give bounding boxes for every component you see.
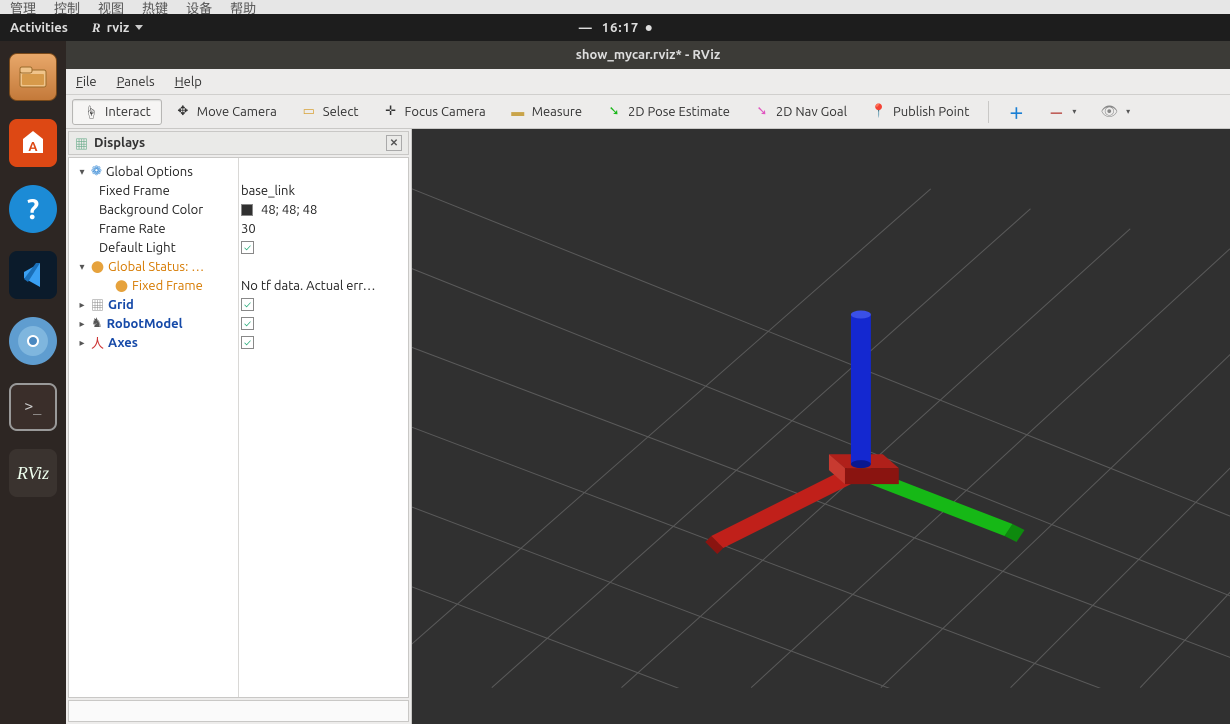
warning-icon: ● bbox=[91, 257, 104, 276]
tree-item-global-status[interactable]: ▾●Global Status: … bbox=[71, 257, 236, 276]
dock-terminal-icon[interactable]: >_ bbox=[9, 383, 57, 431]
app-menu-label: rviz bbox=[107, 21, 130, 35]
3d-viewport[interactable] bbox=[412, 129, 1230, 724]
chevron-down-icon: ▾ bbox=[1072, 107, 1076, 116]
chevron-down-icon: ▾ bbox=[1126, 107, 1130, 116]
chevron-down-icon bbox=[135, 25, 143, 30]
value-axes-checked[interactable]: ✓ bbox=[241, 333, 406, 352]
rviz-logo-icon: R bbox=[92, 20, 101, 36]
value-grid-checked[interactable]: ✓ bbox=[241, 295, 406, 314]
remove-display-button[interactable]: －▾ bbox=[1037, 95, 1087, 129]
visibility-button[interactable]: 👁▾ bbox=[1089, 98, 1141, 125]
window-title: show_mycar.rviz* - RViz bbox=[576, 48, 720, 62]
grid-icon: ▦ bbox=[91, 295, 104, 314]
tree-prop-fixed-frame[interactable]: Fixed Frame bbox=[71, 181, 236, 200]
clock[interactable]: — 16:17 bbox=[579, 21, 652, 35]
publish-point-button[interactable]: 📍 Publish Point bbox=[860, 99, 980, 125]
tree-prop-default-light[interactable]: Default Light bbox=[71, 238, 236, 257]
value-fixed-frame[interactable]: base_link bbox=[241, 181, 406, 200]
toolbar-separator bbox=[988, 101, 989, 123]
toolbar: ☝ Interact ✥ Move Camera ▭ Select ✛ Focu… bbox=[66, 95, 1230, 129]
tree-prop-background-color[interactable]: Background Color bbox=[71, 200, 236, 219]
dock-help-icon[interactable]: ? bbox=[9, 185, 57, 233]
viewport-scene bbox=[412, 129, 1230, 688]
value-robotmodel-checked[interactable]: ✓ bbox=[241, 314, 406, 333]
eye-icon: 👁 bbox=[1100, 103, 1118, 120]
z-axis-icon bbox=[851, 311, 871, 469]
host-os-menubar: 管理 控制 视图 热键 设备 帮助 bbox=[0, 0, 1230, 14]
ruler-icon: ▬ bbox=[510, 104, 526, 120]
menu-panels[interactable]: Panels bbox=[117, 75, 155, 89]
checkbox-icon[interactable]: ✓ bbox=[241, 241, 254, 254]
interact-button[interactable]: ☝ Interact bbox=[72, 99, 162, 125]
value-default-light[interactable]: ✓ bbox=[241, 238, 406, 257]
displays-panel-footer bbox=[68, 700, 409, 722]
select-icon: ▭ bbox=[301, 104, 317, 120]
dock-files-icon[interactable] bbox=[9, 53, 57, 101]
color-swatch-icon bbox=[241, 204, 253, 216]
displays-panel-title: Displays bbox=[94, 136, 145, 150]
displays-panel: ▦ Displays ✕ ▾❁Global Options Fixed Fram… bbox=[66, 129, 412, 724]
pink-arrow-icon: ➘ bbox=[754, 104, 770, 120]
menu-help[interactable]: Help bbox=[175, 75, 202, 89]
tree-item-robotmodel[interactable]: ▸♞RobotModel bbox=[71, 314, 236, 333]
window-title-bar[interactable]: show_mycar.rviz* - RViz bbox=[66, 41, 1230, 69]
checkbox-icon[interactable]: ✓ bbox=[241, 317, 254, 330]
warning-icon: ● bbox=[115, 276, 128, 295]
notification-dot-icon bbox=[645, 25, 651, 31]
pose-estimate-button[interactable]: ➘ 2D Pose Estimate bbox=[595, 99, 741, 125]
value-frame-rate[interactable]: 30 bbox=[241, 219, 406, 238]
tree-item-axes[interactable]: ▸人Axes bbox=[71, 333, 236, 352]
dock-chromium-icon[interactable] bbox=[9, 317, 57, 365]
tree-item-global-options[interactable]: ▾❁Global Options bbox=[71, 162, 236, 181]
robot-icon: ♞ bbox=[91, 316, 103, 331]
value-status-fixed-frame: No tf data. Actual err… bbox=[241, 276, 406, 295]
panel-icon: ▦ bbox=[75, 134, 88, 153]
gear-icon: ❁ bbox=[91, 164, 102, 179]
gnome-top-bar: Activities R rviz — 16:17 bbox=[0, 14, 1230, 41]
dock-rviz-icon[interactable]: RViz bbox=[9, 449, 57, 497]
focus-camera-button[interactable]: ✛ Focus Camera bbox=[372, 99, 497, 125]
tree-prop-frame-rate[interactable]: Frame Rate bbox=[71, 219, 236, 238]
displays-tree: ▾❁Global Options Fixed Frame Background … bbox=[68, 157, 409, 698]
axes-icon: 人 bbox=[91, 333, 104, 352]
dock-software-icon[interactable]: A bbox=[9, 119, 57, 167]
app-menu[interactable]: R rviz bbox=[92, 20, 143, 36]
pointer-icon: ☝ bbox=[83, 104, 99, 120]
svg-text:A: A bbox=[28, 140, 38, 154]
close-icon[interactable]: ✕ bbox=[386, 135, 402, 151]
nav-goal-button[interactable]: ➘ 2D Nav Goal bbox=[743, 99, 858, 125]
measure-button[interactable]: ▬ Measure bbox=[499, 99, 593, 125]
checkbox-icon[interactable]: ✓ bbox=[241, 298, 254, 311]
menu-file[interactable]: File bbox=[76, 75, 97, 89]
minus-icon: － bbox=[1048, 100, 1064, 124]
green-arrow-icon: ➘ bbox=[606, 104, 622, 120]
select-button[interactable]: ▭ Select bbox=[290, 99, 370, 125]
ubuntu-dock: A ? >_ RViz bbox=[0, 41, 66, 724]
tree-item-grid[interactable]: ▸▦Grid bbox=[71, 295, 236, 314]
value-background-color[interactable]: 48; 48; 48 bbox=[241, 200, 406, 219]
displays-panel-header[interactable]: ▦ Displays ✕ bbox=[68, 131, 409, 155]
move-camera-button[interactable]: ✥ Move Camera bbox=[164, 99, 288, 125]
app-menu-bar: File Panels Help bbox=[66, 69, 1230, 95]
add-display-button[interactable]: ＋ bbox=[997, 95, 1035, 129]
crosshair-icon: ✛ bbox=[383, 104, 399, 120]
map-pin-icon: 📍 bbox=[871, 104, 887, 120]
plus-icon: ＋ bbox=[1008, 100, 1024, 124]
move-icon: ✥ bbox=[175, 104, 191, 120]
checkbox-icon[interactable]: ✓ bbox=[241, 336, 254, 349]
dock-vscode-icon[interactable] bbox=[9, 251, 57, 299]
tree-status-fixed-frame[interactable]: ●Fixed Frame bbox=[71, 276, 236, 295]
activities-button[interactable]: Activities bbox=[10, 21, 68, 35]
